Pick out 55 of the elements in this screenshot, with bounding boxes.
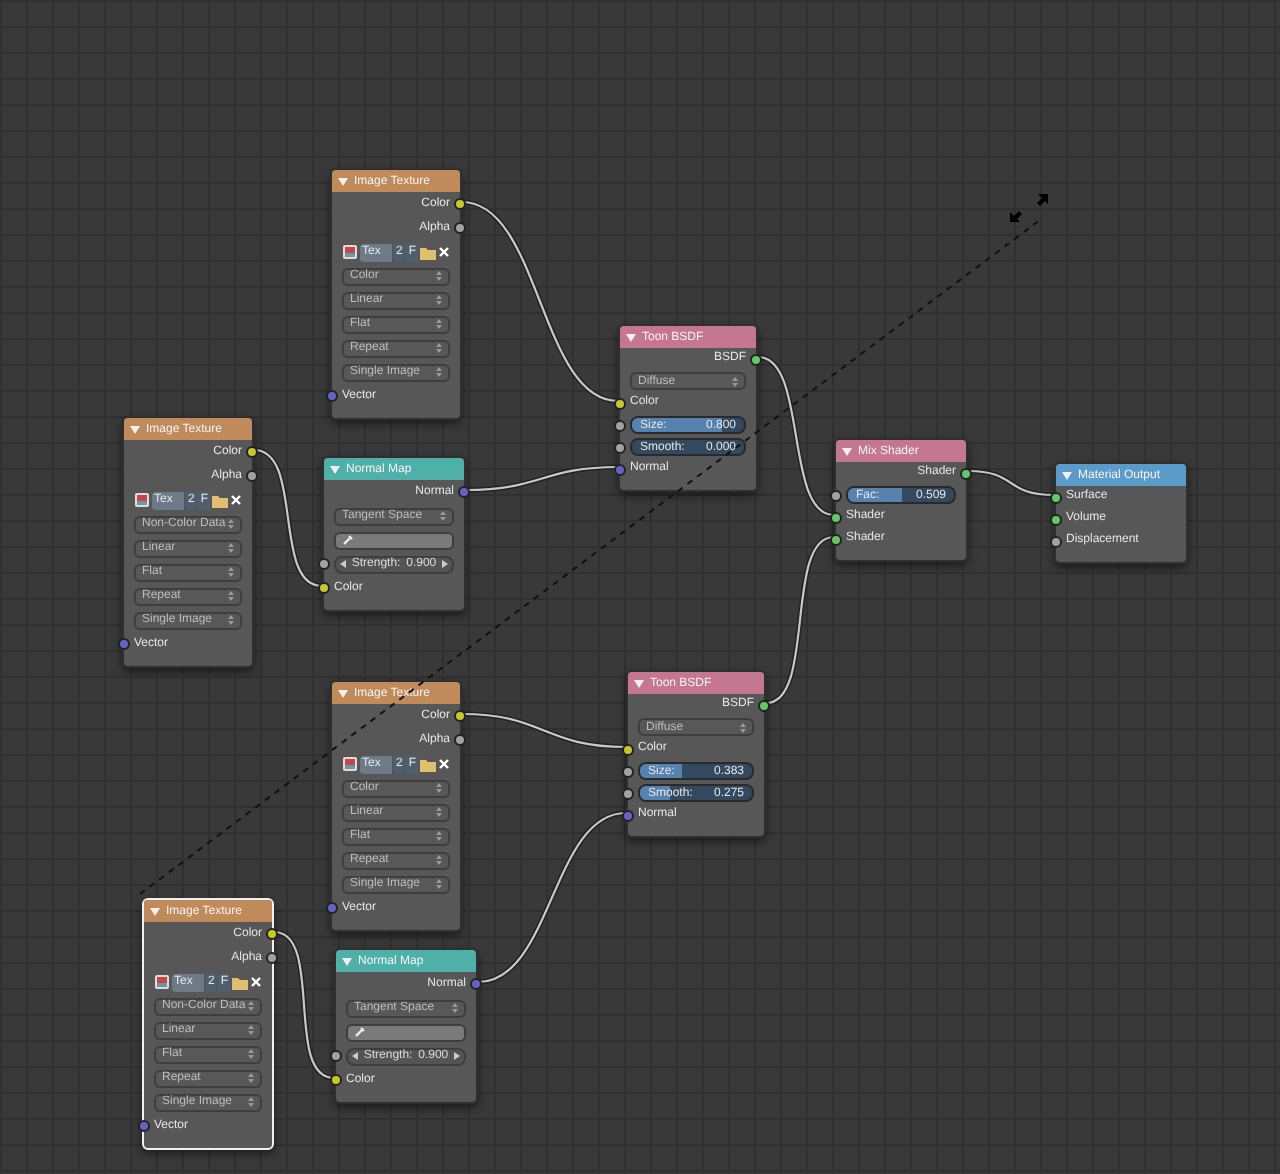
updown-arrow-icon	[248, 1048, 254, 1060]
move-arrows-icon	[1010, 194, 1048, 222]
left-arrow-icon	[352, 1052, 358, 1060]
updown-arrow-icon	[248, 1024, 254, 1036]
updown-arrow-icon	[436, 830, 442, 842]
folder-icon[interactable]	[420, 757, 437, 771]
image-icon[interactable]	[154, 974, 170, 990]
right-arrow-icon	[442, 560, 448, 568]
updown-arrow-icon	[436, 806, 442, 818]
vector-field[interactable]	[334, 531, 454, 549]
updown-arrow-icon	[740, 721, 746, 733]
close-icon[interactable]	[438, 758, 451, 770]
close-icon[interactable]	[250, 976, 263, 988]
folder-icon[interactable]	[232, 975, 249, 989]
updown-arrow-icon	[436, 270, 442, 282]
folder-icon[interactable]	[420, 245, 437, 259]
updown-arrow-icon	[228, 614, 234, 626]
updown-arrow-icon	[228, 542, 234, 554]
eyedropper-icon	[342, 534, 354, 546]
updown-arrow-icon	[436, 318, 442, 330]
updown-arrow-icon	[732, 375, 738, 387]
right-arrow-icon	[454, 1052, 460, 1060]
updown-arrow-icon	[436, 342, 442, 354]
vector-field[interactable]	[346, 1023, 466, 1041]
updown-arrow-icon	[436, 878, 442, 890]
folder-icon[interactable]	[212, 493, 229, 507]
close-icon[interactable]	[438, 246, 451, 258]
node-wire	[253, 447, 323, 589]
collapse-arrow-icon[interactable]	[634, 679, 644, 687]
image-icon[interactable]	[342, 244, 358, 260]
collapse-arrow-icon[interactable]	[626, 333, 636, 341]
updown-arrow-icon	[436, 366, 442, 378]
updown-arrow-icon	[452, 1002, 458, 1014]
collapse-arrow-icon[interactable]	[338, 177, 348, 185]
close-icon[interactable]	[230, 494, 243, 506]
updown-arrow-icon	[440, 510, 446, 522]
updown-arrow-icon	[228, 518, 234, 530]
collapse-arrow-icon[interactable]	[1062, 471, 1072, 479]
updown-arrow-icon	[436, 782, 442, 794]
image-icon[interactable]	[342, 756, 358, 772]
eyedropper-icon	[354, 1026, 366, 1038]
updown-arrow-icon	[248, 1072, 254, 1084]
updown-arrow-icon	[228, 566, 234, 578]
collapse-arrow-icon[interactable]	[338, 689, 348, 697]
updown-arrow-icon	[228, 590, 234, 602]
image-icon[interactable]	[134, 492, 150, 508]
node-wire	[967, 468, 1055, 498]
updown-arrow-icon	[248, 1000, 254, 1012]
collapse-arrow-icon[interactable]	[842, 447, 852, 455]
updown-arrow-icon	[436, 294, 442, 306]
collapse-arrow-icon[interactable]	[130, 425, 140, 433]
left-arrow-icon	[340, 560, 346, 568]
collapse-arrow-icon[interactable]	[150, 907, 160, 915]
updown-arrow-icon	[436, 854, 442, 866]
updown-arrow-icon	[248, 1096, 254, 1108]
